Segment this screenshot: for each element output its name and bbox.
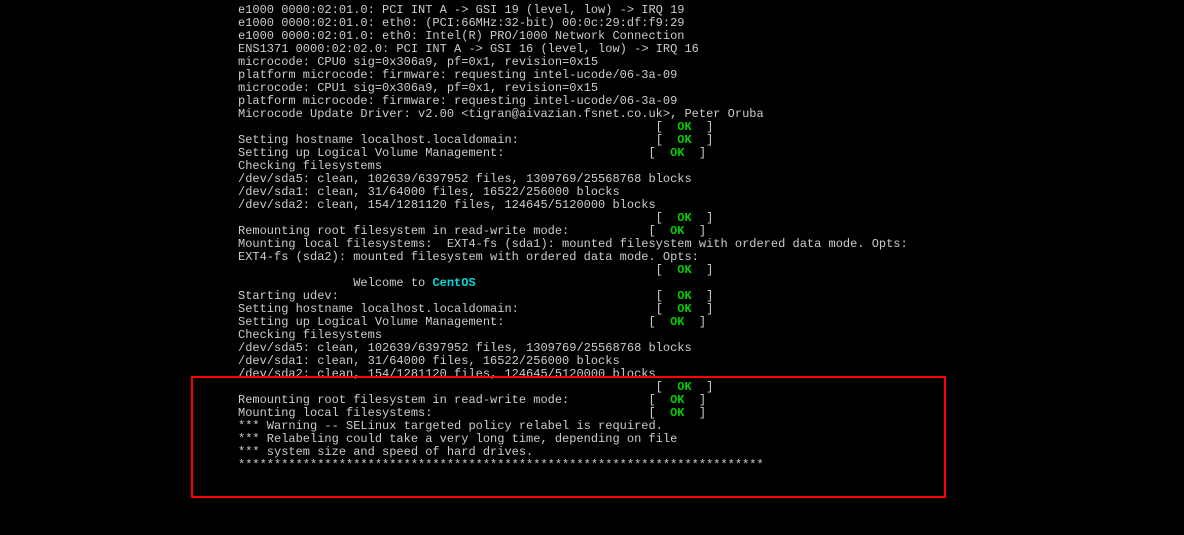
boot-line: ****************************************… <box>0 459 1184 472</box>
pad <box>339 289 656 303</box>
status-bracket: [ <box>656 263 678 277</box>
boot-line: Setting up Logical Volume Management: [ … <box>0 316 1184 329</box>
status-bracket: ] <box>685 406 707 420</box>
line-text: /dev/sda1: clean, 31/64000 files, 16522/… <box>238 354 620 368</box>
status-bracket: ] <box>692 133 714 147</box>
status-ok: OK <box>677 289 691 303</box>
line-text: platform microcode: firmware: requesting… <box>238 94 677 108</box>
pad <box>238 380 656 394</box>
status-bracket: ] <box>692 211 714 225</box>
status-bracket: [ <box>656 289 678 303</box>
status-bracket: ] <box>692 380 714 394</box>
status-bracket: ] <box>685 146 707 160</box>
status-ok: OK <box>677 133 691 147</box>
line-text: Starting udev: <box>238 289 339 303</box>
line-text: microcode: CPU0 sig=0x306a9, pf=0x1, rev… <box>238 55 598 69</box>
line-text: e1000 0000:02:01.0: eth0: Intel(R) PRO/1… <box>238 29 684 43</box>
status-bracket: [ <box>656 211 678 225</box>
line-text: Remounting root filesystem in read-write… <box>238 393 569 407</box>
pad <box>519 302 656 316</box>
status-ok: OK <box>670 406 684 420</box>
boot-line: [ OK ] <box>0 264 1184 277</box>
status-bracket: ] <box>692 302 714 316</box>
status-ok: OK <box>677 120 691 134</box>
pad <box>238 120 656 134</box>
line-text: *** system size and speed of hard drives… <box>238 445 533 459</box>
status-bracket: [ <box>656 133 678 147</box>
line-text: Remounting root filesystem in read-write… <box>238 224 569 238</box>
status-bracket: ] <box>692 263 714 277</box>
status-bracket: [ <box>648 393 670 407</box>
status-bracket: ] <box>692 289 714 303</box>
line-text: Setting hostname localhost.localdomain: <box>238 302 519 316</box>
line-text: *** Warning -- SELinux targeted policy r… <box>238 419 663 433</box>
status-ok: OK <box>677 380 691 394</box>
pad <box>504 315 648 329</box>
status-bracket: ] <box>692 120 714 134</box>
status-bracket: ] <box>685 315 707 329</box>
pad <box>432 406 648 420</box>
pad <box>238 263 656 277</box>
status-bracket: [ <box>648 224 670 238</box>
status-bracket: [ <box>656 120 678 134</box>
line-text: /dev/sda5: clean, 102639/6397952 files, … <box>238 341 692 355</box>
status-ok: OK <box>677 263 691 277</box>
status-bracket: [ <box>656 380 678 394</box>
line-text: ENS1371 0000:02:02.0: PCI INT A -> GSI 1… <box>238 42 699 56</box>
status-ok: OK <box>670 315 684 329</box>
line-text: Setting up Logical Volume Management: <box>238 315 504 329</box>
pad <box>569 393 648 407</box>
line-text: platform microcode: firmware: requesting… <box>238 68 677 82</box>
line-text: Checking filesystems <box>238 159 382 173</box>
welcome-prefix: Welcome to <box>238 276 432 290</box>
line-text: /dev/sda5: clean, 102639/6397952 files, … <box>238 172 692 186</box>
pad <box>238 211 656 225</box>
status-bracket: ] <box>685 224 707 238</box>
status-bracket: [ <box>648 315 670 329</box>
line-text: /dev/sda2: clean, 154/1281120 files, 124… <box>238 367 656 381</box>
boot-line: Setting up Logical Volume Management: [ … <box>0 147 1184 160</box>
pad <box>569 224 648 238</box>
line-text: Checking filesystems <box>238 328 382 342</box>
line-text: e1000 0000:02:01.0: eth0: (PCI:66MHz:32-… <box>238 16 684 30</box>
status-bracket: ] <box>685 393 707 407</box>
line-text: e1000 0000:02:01.0: PCI INT A -> GSI 19 … <box>238 3 684 17</box>
boot-line: *** Relabeling could take a very long ti… <box>0 433 1184 446</box>
line-text: Setting hostname localhost.localdomain: <box>238 133 519 147</box>
line-text: EXT4-fs (sda2): mounted filesystem with … <box>238 250 699 264</box>
status-ok: OK <box>670 146 684 160</box>
line-text: ****************************************… <box>238 458 764 472</box>
os-name: CentOS <box>432 276 475 290</box>
pad <box>504 146 648 160</box>
line-text: Mounting local filesystems: <box>238 406 432 420</box>
status-ok: OK <box>677 302 691 316</box>
status-bracket: [ <box>656 302 678 316</box>
line-text: microcode: CPU1 sig=0x306a9, pf=0x1, rev… <box>238 81 598 95</box>
line-text: Mounting local filesystems: EXT4-fs (sda… <box>238 237 908 251</box>
line-text: Setting up Logical Volume Management: <box>238 146 504 160</box>
status-ok: OK <box>670 224 684 238</box>
line-text: /dev/sda1: clean, 31/64000 files, 16522/… <box>238 185 620 199</box>
status-bracket: [ <box>648 406 670 420</box>
line-text: *** Relabeling could take a very long ti… <box>238 432 677 446</box>
line-text: /dev/sda2: clean, 154/1281120 files, 124… <box>238 198 656 212</box>
status-ok: OK <box>670 393 684 407</box>
status-bracket: [ <box>648 146 670 160</box>
boot-terminal: e1000 0000:02:01.0: PCI INT A -> GSI 19 … <box>0 4 1184 472</box>
pad <box>519 133 656 147</box>
line-text: Microcode Update Driver: v2.00 <tigran@a… <box>238 107 764 121</box>
status-ok: OK <box>677 211 691 225</box>
